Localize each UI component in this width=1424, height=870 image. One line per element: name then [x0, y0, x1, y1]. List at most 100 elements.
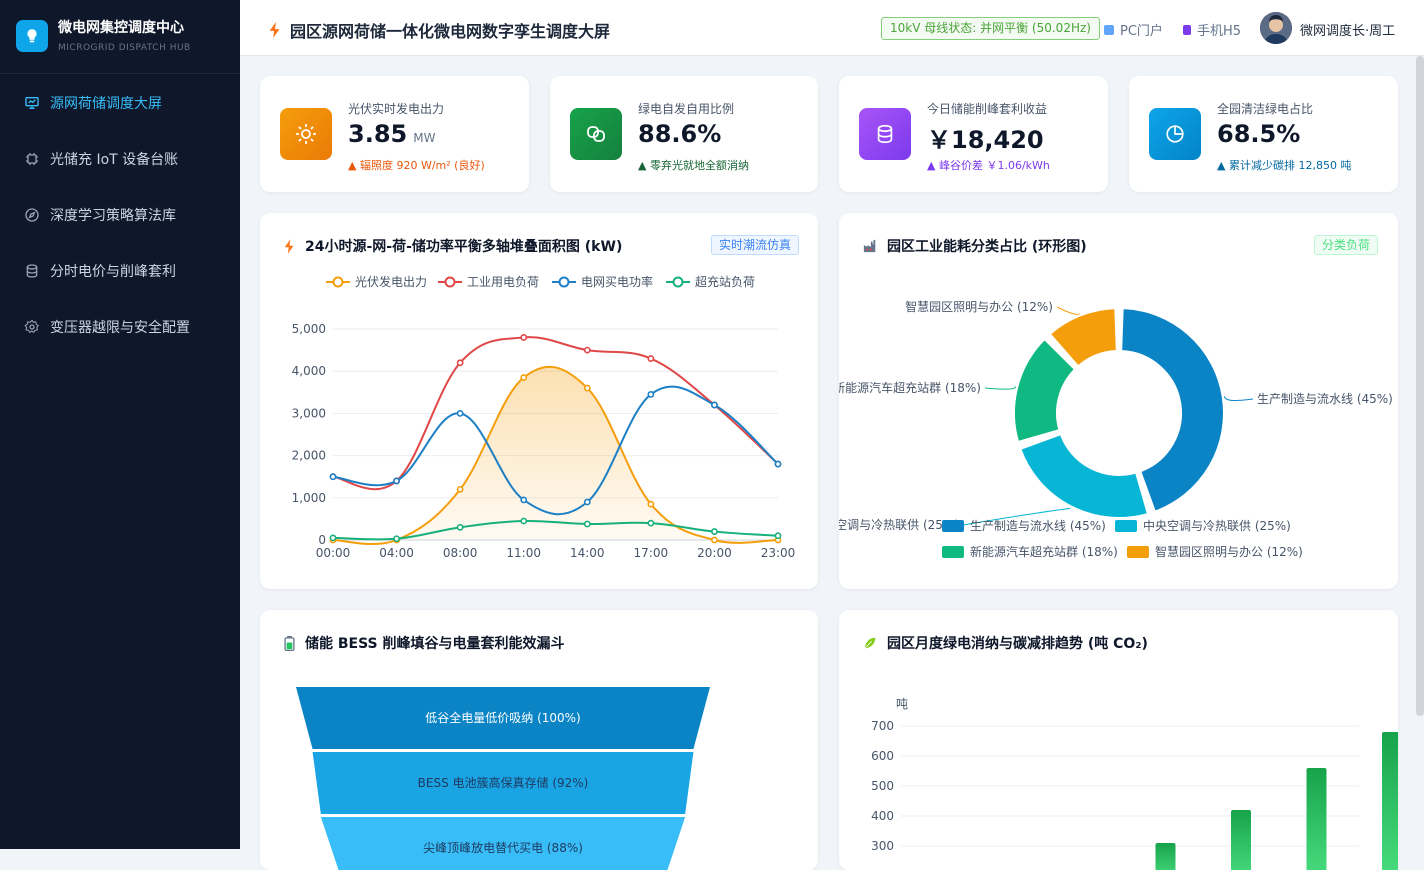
- nav-item-tou-pricing[interactable]: 分时电价与削峰套利: [0, 251, 240, 291]
- brand-subtitle: MICROGRID DISPATCH HUB: [58, 43, 191, 53]
- data-point: [711, 536, 718, 544]
- data-point: [393, 477, 400, 485]
- nav-label: 变压器越限与安全配置: [50, 320, 190, 336]
- legend-label: 新能源汽车超充站群 (18%): [970, 545, 1118, 559]
- slice-label: 新能源汽车超充站群 (18%): [839, 380, 981, 395]
- bar: [1155, 843, 1176, 870]
- legend-item[interactable]: 新能源汽车超充站群 (18%): [942, 543, 1118, 560]
- funnel-label: 低谷全电量低价吸纳 (100%): [425, 710, 581, 725]
- nav-item-safety-config[interactable]: 变压器越限与安全配置: [0, 307, 240, 347]
- phone-icon: [1183, 24, 1191, 35]
- donut-slice: [1019, 433, 1149, 519]
- x-tick-label: 04:00: [379, 546, 414, 560]
- data-point: [774, 460, 782, 468]
- x-tick-label: 23:00: [761, 546, 796, 560]
- nav-item-iot-ledger[interactable]: 光储充 IoT 设备台账: [0, 139, 240, 179]
- y-tick-label: 2,000: [292, 449, 326, 463]
- data-point: [583, 520, 591, 528]
- mobile-h5-label: 手机H5: [1197, 24, 1242, 39]
- nav-item-dispatch-screen[interactable]: 源网荷储调度大屏: [0, 83, 240, 123]
- data-point: [329, 473, 337, 481]
- y-tick-label: 500: [871, 779, 894, 793]
- y-tick-label: 600: [871, 749, 894, 763]
- slice-label: 智慧园区照明与办公 (12%): [905, 299, 1053, 314]
- bar: [1382, 732, 1398, 870]
- slice-label: 中央空调与冷热联供 (25%): [839, 517, 959, 532]
- y-tick-label: 400: [871, 809, 894, 823]
- y-tick-label: 5,000: [292, 322, 326, 336]
- bus-status-badge: 10kV 母线状态: 并网平衡 (50.02Hz): [881, 17, 1100, 40]
- y-tick-label: 0: [318, 533, 326, 547]
- kpi-label: 光伏实时发电出力: [348, 102, 445, 116]
- database-icon: [26, 264, 38, 278]
- legend-swatch-icon: [942, 519, 964, 532]
- data-point: [456, 523, 464, 531]
- nav-label: 深度学习策略算法库: [50, 208, 176, 224]
- top-header: 园区源网荷储一体化微电网数字孪生调度大屏 10kV 母线状态: 并网平衡 (50…: [240, 0, 1424, 56]
- data-point: [647, 500, 655, 508]
- funnel-label: BESS 电池簇高保真存储 (92%): [418, 775, 589, 790]
- gear-icon: [24, 319, 39, 334]
- kpi-label: 今日储能削峰套利收益: [927, 102, 1048, 116]
- avatar[interactable]: [1260, 12, 1292, 44]
- slice-label-line: [1056, 306, 1081, 315]
- sidebar: 微电网集控调度中心 MICROGRID DISPATCH HUB 源网荷储调度大…: [0, 0, 240, 849]
- data-point: [647, 391, 655, 398]
- mobile-h5-link[interactable]: 手机H5: [1183, 20, 1241, 39]
- bar-chart: 吨700 600 500 400 300: [871, 697, 1398, 870]
- data-point: [520, 517, 528, 525]
- x-tick-label: 11:00: [506, 546, 541, 560]
- y-tick-label: 700: [871, 719, 894, 733]
- line-chart: 0 1,000 2,000 3,000 4,000 5,000 00:00 04:00 08:0…: [292, 322, 796, 560]
- legend-item[interactable]: 智慧园区照明与办公 (12%): [1127, 543, 1303, 560]
- x-tick-label: 14:00: [570, 546, 605, 560]
- data-point: [329, 534, 337, 542]
- data-point: [583, 346, 591, 354]
- x-tick-label: 08:00: [443, 546, 478, 560]
- legend-swatch-icon: [1115, 519, 1137, 532]
- nav-item-algorithm-lib[interactable]: 深度学习策略算法库: [0, 195, 240, 235]
- x-tick-label: 20:00: [697, 546, 732, 560]
- page-title: 园区源网荷储一体化微电网数字孪生调度大屏: [268, 18, 610, 42]
- nav-label: 源网荷储调度大屏: [50, 96, 162, 112]
- funnel-chart: 低谷全电量低价吸纳 (100%) BESS 电池簇高保真存储 (92%) 尖峰顶峰放…: [296, 687, 710, 870]
- legend-label: 生产制造与流水线 (45%): [970, 519, 1106, 533]
- slice-label-line: [984, 386, 1016, 390]
- data-point: [520, 334, 528, 341]
- data-point: [647, 519, 655, 527]
- bar: [1231, 810, 1251, 870]
- legend-label: 智慧园区照明与办公 (12%): [1155, 545, 1303, 559]
- kpi-value: 88.6%: [638, 120, 722, 148]
- scrollbar[interactable]: [1416, 56, 1424, 716]
- legend-item[interactable]: 生产制造与流水线 (45%): [942, 517, 1106, 534]
- brand: 微电网集控调度中心 MICROGRID DISPATCH HUB: [0, 0, 240, 74]
- data-point: [456, 409, 464, 417]
- legend-item[interactable]: 中央空调与冷热联供 (25%): [1115, 517, 1291, 534]
- bulb-icon: [16, 20, 48, 52]
- y-tick-label: 300: [871, 839, 894, 853]
- user-name[interactable]: 微网调度长·周工: [1300, 20, 1395, 39]
- data-point: [520, 374, 528, 381]
- pc-portal-link[interactable]: PC门户: [1104, 20, 1163, 39]
- data-point: [520, 496, 528, 504]
- cycle-icon: [570, 108, 622, 160]
- y-axis-unit: 吨: [896, 697, 908, 711]
- kpi-value: 68.5%: [1217, 120, 1301, 148]
- kpi-value: ￥18,420: [927, 126, 1044, 154]
- data-point: [393, 535, 400, 543]
- slice-label: 生产制造与流水线 (45%): [1257, 392, 1393, 406]
- kpi-note: ▲ 累计减少碳排 12,850 吨: [1217, 159, 1352, 172]
- y-tick-label: 1,000: [292, 491, 326, 505]
- data-point: [456, 359, 464, 367]
- nav-label: 分时电价与削峰套利: [50, 264, 176, 280]
- kpi-label: 绿电自发自用比例: [638, 102, 735, 116]
- kpi-card-arbitrage-revenue: 今日储能削峰套利收益 ￥18,420 ▲ 峰谷价差 ￥1.06/kWh: [839, 76, 1108, 192]
- brand-title: 微电网集控调度中心: [58, 20, 184, 36]
- carbon-trend-panel: 园区月度绿电消纳与碳减排趋势 (吨 CO₂) 吨 700 600 500 400 300: [839, 610, 1398, 870]
- kpi-card-pv-output: 光伏实时发电出力 3.85 MW ▲ 辐照度 920 W/m² (良好): [260, 76, 529, 192]
- kpi-card-self-consumption: 绿电自发自用比例 88.6% ▲ 零弃光就地全额消纳: [550, 76, 818, 192]
- x-tick-label: 17:00: [634, 546, 669, 560]
- bar: [1306, 768, 1327, 870]
- funnel-label: 尖峰顶峰放电替代买电 (88%): [423, 840, 583, 855]
- donut-slice: [1013, 338, 1077, 443]
